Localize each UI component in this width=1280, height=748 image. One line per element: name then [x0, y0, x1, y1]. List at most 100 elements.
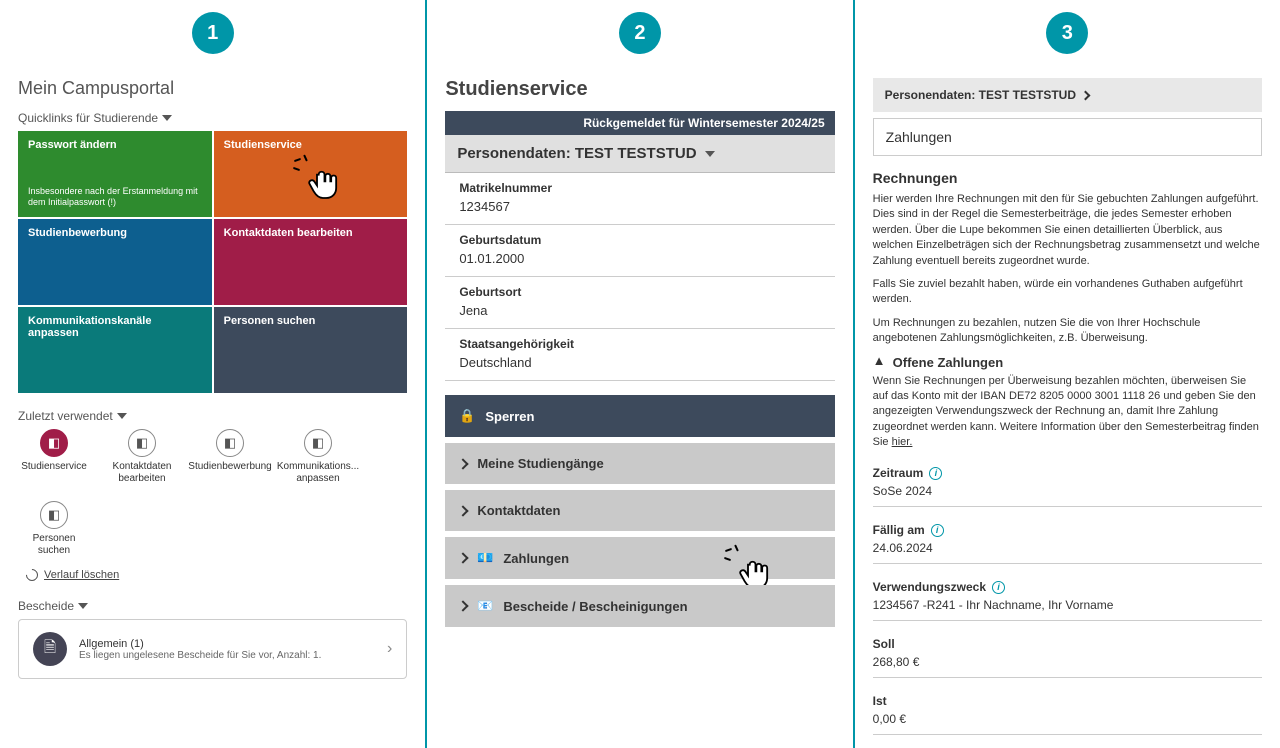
personendaten-label: Personendaten: TEST TESTSTUD: [457, 145, 696, 162]
portal-title: Mein Campusportal: [18, 78, 407, 99]
accordion-label: Bescheide / Bescheinigungen: [503, 599, 687, 614]
step-badge-3: 3: [1046, 12, 1088, 54]
open-payments-header: Offene Zahlungen: [873, 355, 1262, 370]
detail-value: 0,00 €: [873, 712, 1262, 726]
panel-3: 3 Personendaten: TEST TESTSTUD Zahlungen…: [855, 0, 1280, 748]
accordion: 🔒 Sperren Meine Studiengänge Kontaktdate…: [445, 395, 834, 627]
chevron-right-icon: [458, 505, 469, 516]
field-value: 1234567: [459, 199, 820, 214]
chevron-right-icon: ›: [387, 640, 392, 658]
hier-link[interactable]: hier.: [892, 436, 913, 448]
recent-label: Zuletzt verwendet: [18, 409, 113, 423]
refresh-icon: [24, 567, 41, 584]
click-hand-icon: [294, 159, 344, 209]
recent-kommunikation[interactable]: ◧ Kommunikations... anpassen: [282, 429, 354, 485]
step-badge-2: 2: [619, 12, 661, 54]
recent-studienservice[interactable]: ◧ Studienservice: [18, 429, 90, 485]
clear-history-label: Verlauf löschen: [44, 569, 119, 581]
notice-subtitle: Es liegen ungelesene Bescheide für Sie v…: [79, 650, 375, 661]
detail-label: Soll: [873, 637, 895, 651]
tile-title: Kontaktdaten bearbeiten: [224, 227, 353, 239]
quicklinks-dropdown[interactable]: Quicklinks für Studierende: [18, 111, 407, 125]
chevron-right-icon: [1081, 90, 1091, 100]
tile-search-people[interactable]: Personen suchen: [214, 307, 408, 393]
info-icon[interactable]: i: [929, 467, 942, 480]
detail-verwendungszweck: Verwendungszweck i 1234567 -R241 - Ihr N…: [873, 574, 1262, 621]
breadcrumb[interactable]: Personendaten: TEST TESTSTUD: [873, 78, 1262, 112]
recent-kontaktdaten[interactable]: ◧ Kontaktdaten bearbeiten: [106, 429, 178, 485]
clear-history-link[interactable]: Verlauf löschen: [26, 569, 407, 581]
tile-title: Passwort ändern: [28, 139, 117, 151]
rechnungen-text: Falls Sie zuviel bezahlt haben, würde ei…: [873, 277, 1262, 308]
step-badge-1: 1: [192, 12, 234, 54]
accordion-label: Meine Studiengänge: [477, 456, 603, 471]
notice-text: Allgemein (1) Es liegen ungelesene Besch…: [79, 638, 375, 661]
open-payments-label: Offene Zahlungen: [893, 355, 1004, 370]
detail-ist: Ist 0,00 €: [873, 688, 1262, 735]
personendaten-header[interactable]: Personendaten: TEST TESTSTUD: [445, 135, 834, 173]
recent-item-label: Kommunikations... anpassen: [277, 461, 359, 485]
rechnungen-text: Um Rechnungen zu bezahlen, nutzen Sie di…: [873, 316, 1262, 347]
accordion-bescheide[interactable]: 📧 Bescheide / Bescheinigungen: [445, 585, 834, 627]
open-payments-text: Wenn Sie Rechnungen per Überweisung beza…: [873, 374, 1262, 451]
detail-faellig: Fällig am i 24.06.2024: [873, 517, 1262, 564]
notice-title: Allgemein (1): [79, 638, 375, 650]
recent-item-label: Personen suchen: [18, 533, 90, 557]
bescheide-label: Bescheide: [18, 599, 74, 613]
detail-value: SoSe 2024: [873, 484, 1262, 498]
tile-channels[interactable]: Kommunikationskanäle anpassen: [18, 307, 212, 393]
accordion-label: Sperren: [485, 409, 534, 424]
info-icon[interactable]: i: [931, 524, 944, 537]
field-label: Geburtsdatum: [459, 233, 820, 247]
recent-dropdown[interactable]: Zuletzt verwendet: [18, 409, 407, 423]
bookmark-icon: ◧: [128, 429, 156, 457]
accordion-studiengaenge[interactable]: Meine Studiengänge: [445, 443, 834, 484]
accordion-sperren[interactable]: 🔒 Sperren: [445, 395, 834, 437]
rechnungen-title: Rechnungen: [873, 170, 1262, 186]
detail-label: Zeitraum: [873, 466, 924, 480]
detail-label: Verwendungszweck: [873, 580, 986, 594]
breadcrumb-label: Personendaten: TEST TESTSTUD: [885, 88, 1076, 102]
tile-studyservice[interactable]: Studienservice: [214, 131, 408, 217]
recent-item-label: Kontaktdaten bearbeiten: [106, 461, 178, 485]
chevron-right-icon: [458, 600, 469, 611]
panel-1: 1 Mein Campusportal Quicklinks für Studi…: [0, 0, 427, 748]
chevron-down-icon: [78, 603, 88, 609]
bookmark-icon: ◧: [216, 429, 244, 457]
chevron-down-icon: [705, 151, 715, 157]
field-value: Jena: [459, 303, 820, 318]
mail-icon: 📧: [477, 598, 493, 614]
recent-item-label: Studienbewerbung: [188, 461, 271, 473]
accordion-kontaktdaten[interactable]: Kontaktdaten: [445, 490, 834, 531]
lock-icon: 🔒: [459, 408, 475, 424]
accordion-zahlungen[interactable]: 💶 Zahlungen: [445, 537, 834, 579]
recent-studienbewerbung[interactable]: ◧ Studienbewerbung: [194, 429, 266, 485]
detail-value: 268,80 €: [873, 655, 1262, 669]
chevron-down-icon: [162, 115, 172, 121]
detail-label: Fällig am: [873, 523, 925, 537]
money-icon: 💶: [477, 550, 493, 566]
chevron-down-icon: [117, 413, 127, 419]
tile-title: Studienservice: [224, 139, 302, 151]
panel-2: 2 Studienservice Rückgemeldet für Winter…: [427, 0, 854, 748]
tile-contact[interactable]: Kontaktdaten bearbeiten: [214, 219, 408, 305]
field-label: Staatsangehörigkeit: [459, 337, 820, 351]
detail-soll: Soll 268,80 €: [873, 631, 1262, 678]
bookmark-icon: ◧: [304, 429, 332, 457]
rechnungen-text: Hier werden Ihre Rechnungen mit den für …: [873, 192, 1262, 269]
field-matrikelnummer: Matrikelnummer 1234567: [445, 173, 834, 225]
field-staatsangehoerigkeit: Staatsangehörigkeit Deutschland: [445, 329, 834, 381]
tile-application[interactable]: Studienbewerbung: [18, 219, 212, 305]
info-icon[interactable]: i: [992, 581, 1005, 594]
payments-header: Zahlungen: [873, 118, 1262, 156]
bescheide-dropdown[interactable]: Bescheide: [18, 599, 407, 613]
detail-label: Ist: [873, 694, 887, 708]
quicklinks-label: Quicklinks für Studierende: [18, 111, 158, 125]
field-label: Geburtsort: [459, 285, 820, 299]
tile-password[interactable]: Passwort ändern Insbesondere nach der Er…: [18, 131, 212, 217]
bookmark-icon: ◧: [40, 501, 68, 529]
notice-card[interactable]: 🗎 Allgemein (1) Es liegen ungelesene Bes…: [18, 619, 407, 679]
tile-title: Studienbewerbung: [28, 227, 127, 239]
recent-personen-suchen[interactable]: ◧ Personen suchen: [18, 501, 90, 557]
detail-value: 1234567 -R241 - Ihr Nachname, Ihr Vornam…: [873, 598, 1262, 612]
